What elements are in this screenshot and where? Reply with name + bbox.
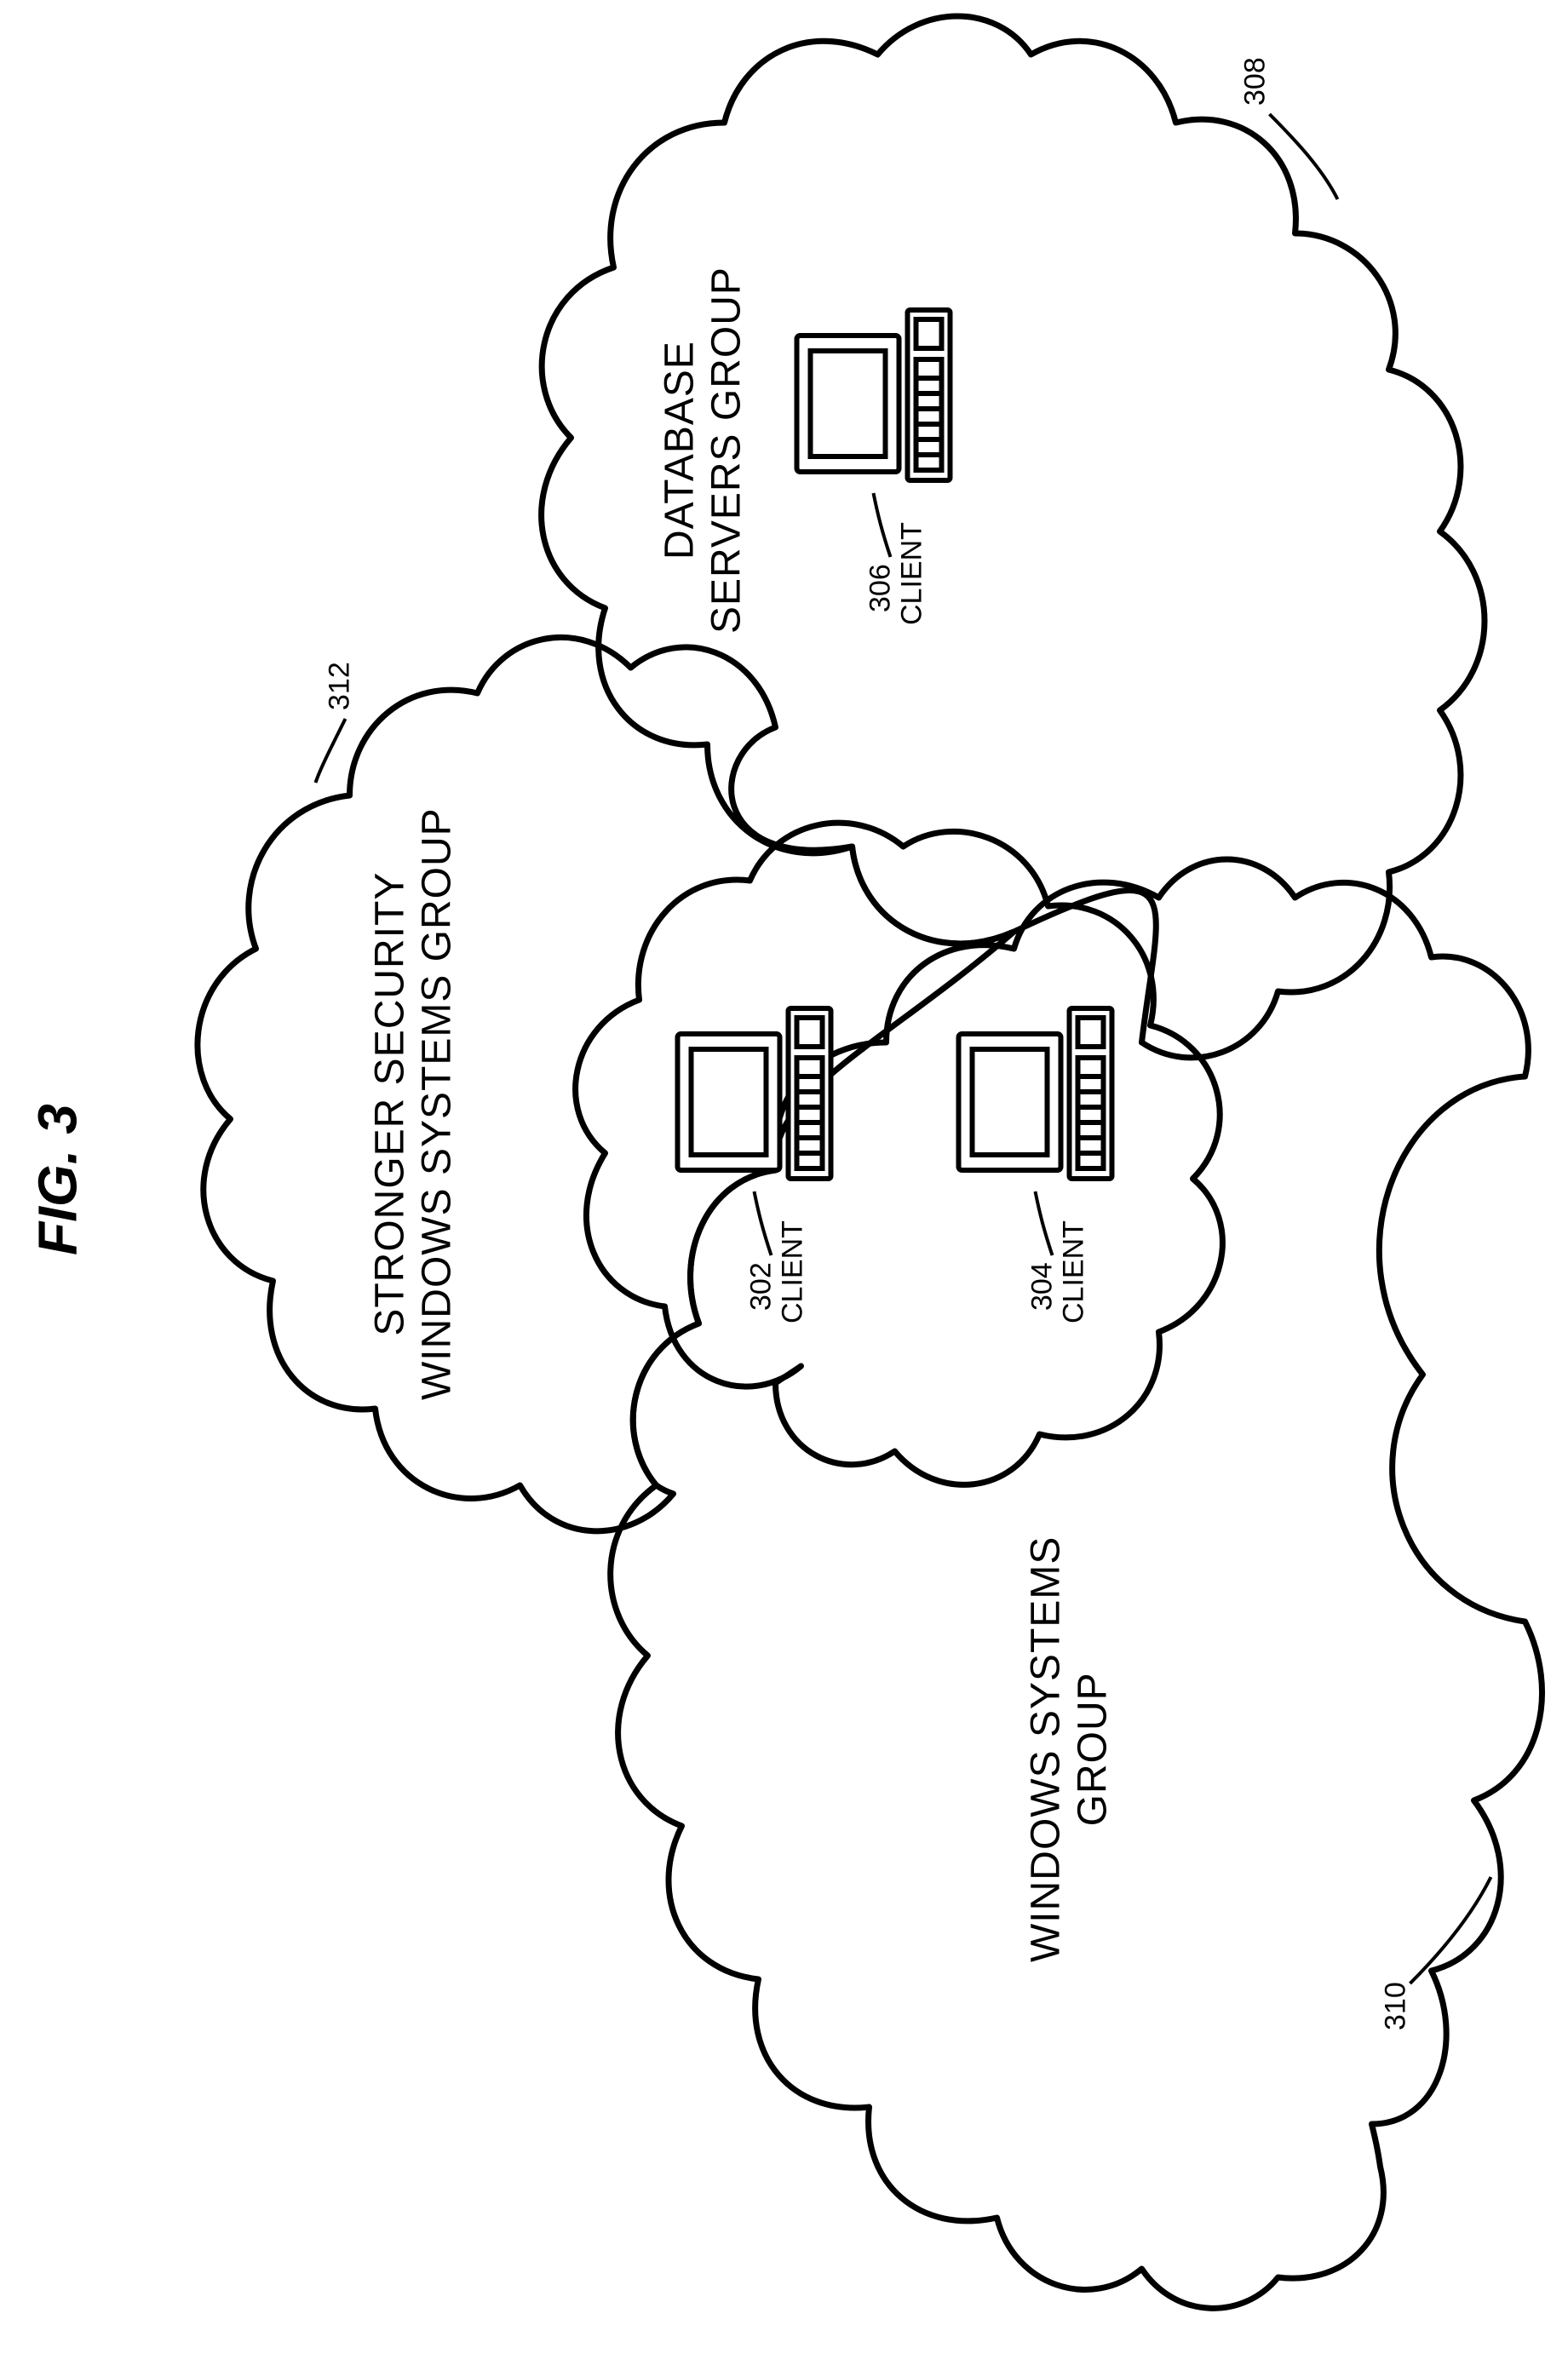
ref-312: 312 bbox=[324, 662, 355, 710]
database-servers-line2: SERVERS GROUP bbox=[704, 267, 749, 634]
database-servers-line1: DATABASE bbox=[657, 341, 702, 560]
leader-312 bbox=[315, 719, 345, 783]
leader-302 bbox=[754, 1191, 771, 1255]
client-302-ref: 302 bbox=[745, 1262, 777, 1311]
client-304-ref: 304 bbox=[1026, 1262, 1058, 1311]
client-306-ref: 306 bbox=[864, 564, 896, 612]
leader-306 bbox=[873, 493, 890, 557]
windows-systems-line1: WINDOWS SYSTEMS bbox=[1023, 1536, 1068, 1962]
client-302-label: CLIENT bbox=[777, 1220, 808, 1323]
diagram-stage: FIG. 3 WINDOWS SYSTEMS GROUP DATABASE SE… bbox=[0, 0, 1568, 2371]
database-servers-label: DATABASE SERVERS GROUP bbox=[656, 267, 750, 634]
stronger-security-line2: WINDOWS SYSTEMS GROUP bbox=[414, 807, 459, 1400]
stronger-security-label: STRONGER SECURITY WINDOWS SYSTEMS GROUP bbox=[366, 807, 460, 1400]
windows-systems-label: WINDOWS SYSTEMS GROUP bbox=[1022, 1536, 1116, 1962]
ref-310: 310 bbox=[1380, 1982, 1411, 2030]
client-306-icon bbox=[788, 301, 975, 489]
stronger-security-line1: STRONGER SECURITY bbox=[367, 872, 412, 1336]
client-302-icon bbox=[669, 1000, 856, 1187]
ref-308: 308 bbox=[1239, 57, 1271, 106]
client-306-label: CLIENT bbox=[896, 522, 928, 625]
leader-310 bbox=[1410, 1877, 1490, 1983]
client-304-label: CLIENT bbox=[1058, 1220, 1089, 1323]
leader-304 bbox=[1035, 1191, 1052, 1255]
windows-systems-line2: GROUP bbox=[1070, 1672, 1115, 1826]
client-304-icon bbox=[950, 1000, 1137, 1187]
